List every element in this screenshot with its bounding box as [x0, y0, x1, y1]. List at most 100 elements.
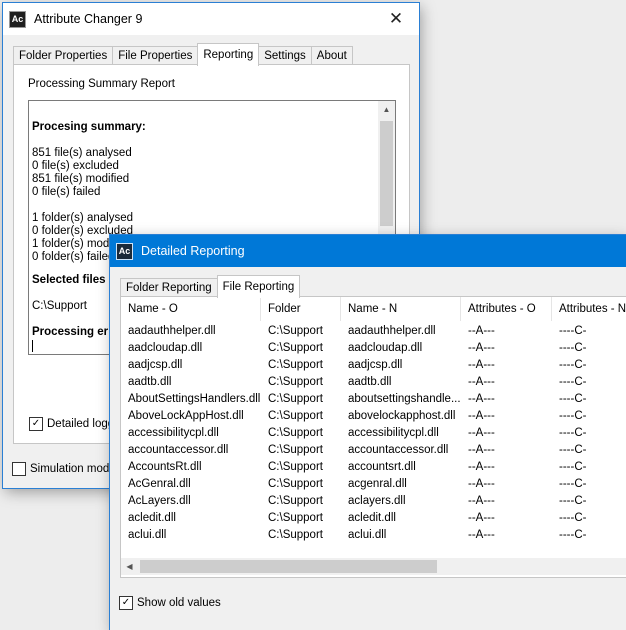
show-old-values-checkbox[interactable]: ✓ Show old values	[119, 596, 221, 610]
column-header-folder[interactable]: Folder	[261, 297, 341, 321]
table-row[interactable]: AccountsRt.dll C:\Support accountsrt.dll --…	[121, 459, 626, 476]
table-row[interactable]: aadauthhelper.dll C:\Support aadauthhelper…	[121, 323, 626, 340]
table-row[interactable]: accountaccessor.dll C:\Support accountacce…	[121, 442, 626, 459]
cell-folder: C:\Support	[268, 444, 323, 456]
list-horizontal-scrollbar[interactable]: ◀	[121, 558, 626, 575]
tab-reporting[interactable]: Reporting	[197, 43, 260, 66]
column-header-name-new[interactable]: Name - N	[341, 297, 461, 321]
tab-file-reporting[interactable]: File Reporting	[216, 275, 301, 298]
cell-attributes-old: --A---	[468, 512, 495, 524]
cell-folder: C:\Support	[268, 427, 323, 439]
tab-about[interactable]: About	[310, 46, 353, 66]
cell-attributes-new: ----C-	[559, 495, 587, 507]
detailed-logging-label: Detailed loggi	[47, 418, 117, 430]
detail-title-bar[interactable]: Ac Detailed Reporting	[110, 235, 626, 267]
report-line: 0 file(s) failed	[32, 186, 101, 198]
cell-attributes-old: --A---	[468, 410, 495, 422]
cell-attributes-new: ----C-	[559, 359, 587, 371]
cell-attributes-new: ----C-	[559, 393, 587, 405]
report-heading-processing-errors: Processing er	[32, 326, 109, 338]
report-line: 851 file(s) modified	[32, 173, 130, 185]
simulation-mode-checkbox[interactable]: Simulation mode	[12, 462, 116, 476]
cell-attributes-new: ----C-	[559, 325, 587, 337]
scroll-left-arrow-icon[interactable]: ◀	[121, 558, 138, 575]
report-line: 0 folder(s) failed	[32, 251, 115, 263]
cell-attributes-old: --A---	[468, 359, 495, 371]
checkmark-icon: ✓	[29, 417, 43, 431]
cell-attributes-old: --A---	[468, 393, 495, 405]
table-row[interactable]: AcLayers.dll C:\Support aclayers.dll --A---…	[121, 493, 626, 510]
main-window-title: Attribute Changer 9	[34, 12, 143, 26]
list-scroll-thumb[interactable]	[140, 560, 437, 573]
cell-name-new: acgenral.dll	[348, 478, 407, 490]
main-title-bar[interactable]: Ac Attribute Changer 9 ✕	[3, 3, 419, 35]
cell-name-old: AcLayers.dll	[128, 495, 191, 507]
tab-folder-reporting[interactable]: Folder Reporting	[120, 278, 218, 298]
cell-attributes-new: ----C-	[559, 444, 587, 456]
file-report-list[interactable]: Name - O Folder Name - N Attributes - O …	[121, 297, 626, 577]
cell-attributes-old: --A---	[468, 461, 495, 473]
cell-name-old: AcGenral.dll	[128, 478, 191, 490]
cell-folder: C:\Support	[268, 376, 323, 388]
table-row[interactable]: acledit.dll C:\Support acledit.dll --A--- --…	[121, 510, 626, 527]
cell-attributes-old: --A---	[468, 427, 495, 439]
cell-name-new: aadtb.dll	[348, 376, 392, 388]
table-row[interactable]: AboutSettingsHandlers.dll C:\Support about…	[121, 391, 626, 408]
detail-tab-strip: Folder Reporting File Reporting	[120, 275, 301, 298]
cell-name-new: aboutsettingshandle...	[348, 393, 461, 405]
close-icon[interactable]: ✕	[377, 5, 415, 33]
cell-attributes-new: ----C-	[559, 461, 587, 473]
cell-attributes-old: --A---	[468, 342, 495, 354]
cell-name-old: aadtb.dll	[128, 376, 172, 388]
table-row[interactable]: aadjcsp.dll C:\Support aadjcsp.dll --A--- --…	[121, 357, 626, 374]
simulation-mode-label: Simulation mode	[30, 463, 116, 475]
tab-settings[interactable]: Settings	[258, 46, 312, 66]
table-row[interactable]: accessibilitycpl.dll C:\Support accessibil…	[121, 425, 626, 442]
detailed-logging-checkbox[interactable]: ✓ Detailed loggi	[29, 417, 117, 431]
cell-attributes-old: --A---	[468, 376, 495, 388]
cell-attributes-old: --A---	[468, 444, 495, 456]
cell-folder: C:\Support	[268, 359, 323, 371]
detail-window-title: Detailed Reporting	[141, 244, 245, 258]
detailed-reporting-window: Ac Detailed Reporting Folder Reporting F…	[110, 235, 626, 630]
checkmark-icon: ✓	[119, 596, 133, 610]
report-line: 0 file(s) excluded	[32, 160, 119, 172]
tab-file-properties[interactable]: File Properties	[112, 46, 199, 66]
cell-folder: C:\Support	[268, 529, 323, 541]
cell-name-old: aadcloudap.dll	[128, 342, 203, 354]
cell-name-old: accessibilitycpl.dll	[128, 427, 219, 439]
report-line: 851 file(s) analysed	[32, 147, 132, 159]
table-row[interactable]: AboveLockAppHost.dll C:\Support abovelocka…	[121, 408, 626, 425]
cell-attributes-old: --A---	[468, 325, 495, 337]
app-icon: Ac	[116, 242, 133, 260]
main-tab-strip: Folder Properties File Properties Report…	[13, 43, 353, 66]
app-icon: Ac	[9, 10, 26, 28]
cell-name-old: AboveLockAppHost.dll	[128, 410, 244, 422]
cell-name-old: acledit.dll	[128, 512, 176, 524]
cell-attributes-new: ----C-	[559, 512, 587, 524]
cell-name-new: aclayers.dll	[348, 495, 406, 507]
cell-folder: C:\Support	[268, 512, 323, 524]
column-header-attributes-old[interactable]: Attributes - O	[461, 297, 552, 321]
cell-attributes-old: --A---	[468, 529, 495, 541]
table-row[interactable]: aadcloudap.dll C:\Support aadcloudap.dll --…	[121, 340, 626, 357]
report-scroll-thumb[interactable]	[380, 121, 393, 226]
cell-name-new: accessibilitycpl.dll	[348, 427, 439, 439]
table-row[interactable]: aadtb.dll C:\Support aadtb.dll --A--- ----C-	[121, 374, 626, 391]
table-row[interactable]: aclui.dll C:\Support aclui.dll --A--- ----C-	[121, 527, 626, 544]
section-title: Processing Summary Report	[28, 78, 175, 90]
cell-folder: C:\Support	[268, 461, 323, 473]
cell-folder: C:\Support	[268, 342, 323, 354]
cell-attributes-new: ----C-	[559, 376, 587, 388]
report-heading-selected-files: Selected files	[32, 274, 106, 286]
cell-name-new: aclui.dll	[348, 529, 387, 541]
tab-folder-properties[interactable]: Folder Properties	[13, 46, 114, 66]
cell-name-old: AboutSettingsHandlers.dll	[128, 393, 261, 405]
column-header-name-old[interactable]: Name - O	[121, 297, 261, 321]
table-row[interactable]: AcGenral.dll C:\Support acgenral.dll --A---…	[121, 476, 626, 493]
scroll-up-arrow-icon[interactable]: ▲	[378, 101, 395, 118]
cell-folder: C:\Support	[268, 325, 323, 337]
column-header-attributes-new[interactable]: Attributes - N	[552, 297, 626, 321]
checkbox-empty	[12, 462, 26, 476]
report-line: C:\Support	[32, 300, 87, 312]
